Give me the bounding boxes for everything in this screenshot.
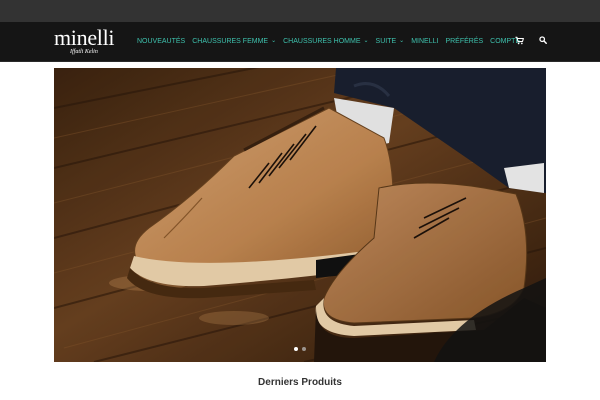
nav-item-preferes[interactable]: PRÉFÉRÉS <box>445 37 483 46</box>
slider-dot-2[interactable] <box>302 347 306 351</box>
nav-item-label: CHAUSSURES HOMME <box>283 38 361 45</box>
main-nav: NOUVEAUTÉS CHAUSSURES FEMME ⌄ CHAUSSURES… <box>137 37 520 46</box>
top-bar <box>0 0 600 22</box>
chevron-down-icon: ⌄ <box>399 38 405 44</box>
nav-item-suite[interactable]: SUITE ⌄ <box>376 37 405 46</box>
chevron-down-icon: ⌄ <box>363 38 369 44</box>
nav-item-label: NOUVEAUTÉS <box>137 38 186 45</box>
site-header: minelli Iffatli Kelin NOUVEAUTÉS CHAUSSU… <box>0 22 600 62</box>
nav-item-label: MINELLI <box>411 38 439 45</box>
nav-item-label: PRÉFÉRÉS <box>445 38 484 45</box>
hero-slider[interactable] <box>54 68 546 362</box>
brand-tagline: Iffatli Kelin <box>70 49 98 55</box>
section-title: Derniers Produits <box>258 377 342 388</box>
search-icon <box>539 36 547 44</box>
slider-dot-1[interactable] <box>294 347 298 351</box>
cart-button[interactable] <box>513 34 525 46</box>
nav-item-label: CHAUSSURES FEMME <box>192 38 269 45</box>
hero-image <box>54 68 546 362</box>
brand-name: minelli <box>54 25 115 50</box>
slider-dots <box>54 347 546 351</box>
nav-item-nouveautes[interactable]: NOUVEAUTÉS <box>137 37 185 46</box>
nav-item-label: SUITE <box>375 38 397 45</box>
nav-item-chaussures-homme[interactable]: CHAUSSURES HOMME ⌄ <box>283 37 368 46</box>
nav-item-chaussures-femme[interactable]: CHAUSSURES FEMME ⌄ <box>192 37 276 46</box>
search-button[interactable] <box>537 34 549 46</box>
brand-logo[interactable]: minelli Iffatli Kelin <box>54 26 126 58</box>
nav-item-minelli[interactable]: MINELLI <box>411 37 438 46</box>
cart-icon <box>514 36 524 44</box>
chevron-down-icon: ⌄ <box>271 38 277 44</box>
